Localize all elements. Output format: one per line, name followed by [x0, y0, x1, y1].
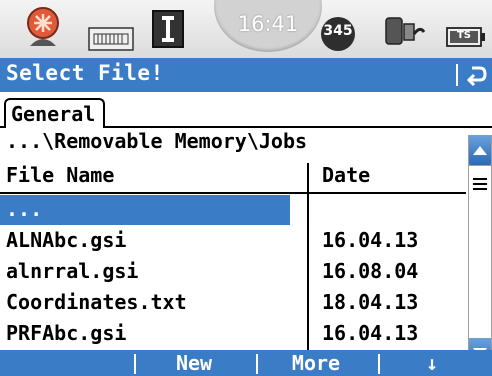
grip-line [473, 178, 487, 180]
clock-time: 16:41 [237, 12, 299, 36]
title-divider [456, 64, 458, 86]
softkey-divider [134, 354, 136, 374]
softkey-page-down[interactable]: ↓ [384, 350, 480, 376]
bluetooth-device-icon[interactable] [384, 12, 426, 50]
softkey-new[interactable]: New [140, 350, 248, 376]
battery-label: TS [456, 30, 472, 41]
status-bar: 16:41 345 TS [0, 0, 492, 58]
chevron-up-icon [473, 146, 487, 155]
scroll-thumb[interactable] [469, 166, 491, 338]
page-title: Select File! [6, 61, 164, 85]
softkey-divider [256, 354, 258, 374]
table-row[interactable]: PRFAbc.gsi 16.04.13 [0, 319, 466, 350]
softkey-bar: New More ↓ [0, 350, 492, 376]
table-row[interactable]: alnrral.gsi 16.08.04 [0, 257, 466, 288]
file-name-cell: ALNAbc.gsi [6, 228, 127, 252]
file-name-cell: ... [6, 197, 43, 221]
softkey-more[interactable]: More [262, 350, 370, 376]
satellite-icon[interactable] [22, 6, 64, 48]
memory-card-icon[interactable] [88, 26, 134, 52]
header-divider [0, 192, 466, 194]
softkey-divider [378, 354, 380, 374]
date-cell: 16.08.04 [322, 259, 419, 283]
column-header-file-name[interactable]: File Name [6, 163, 114, 187]
table-row[interactable]: Coordinates.txt 18.04.13 [0, 288, 466, 319]
file-name-cell: PRFAbc.gsi [6, 321, 127, 345]
file-name-cell: Coordinates.txt [6, 290, 187, 314]
title-bar: Select File! [0, 58, 492, 92]
folder-path: ...\Removable Memory\Jobs [6, 129, 308, 153]
badge-number: 345 [323, 23, 353, 39]
column-header-date[interactable]: Date [322, 163, 370, 187]
date-cell: 16.04.13 [322, 228, 419, 252]
file-name-cell: alnrral.gsi [6, 259, 139, 283]
instrument-icon[interactable] [152, 10, 184, 48]
date-cell: 16.04.13 [322, 321, 419, 345]
table-row[interactable]: ... [0, 195, 466, 226]
scroll-up-button[interactable] [469, 135, 491, 165]
tab-general[interactable]: General [4, 98, 106, 128]
selection-highlight [0, 195, 290, 225]
grip-line [473, 183, 487, 185]
vertical-scrollbar[interactable] [468, 135, 492, 368]
back-arrow-icon[interactable] [466, 64, 488, 86]
date-cell: 18.04.13 [322, 290, 419, 314]
table-header: File Name Date [0, 163, 466, 193]
table-row[interactable]: ALNAbc.gsi 16.04.13 [0, 226, 466, 257]
grip-line [473, 188, 487, 190]
